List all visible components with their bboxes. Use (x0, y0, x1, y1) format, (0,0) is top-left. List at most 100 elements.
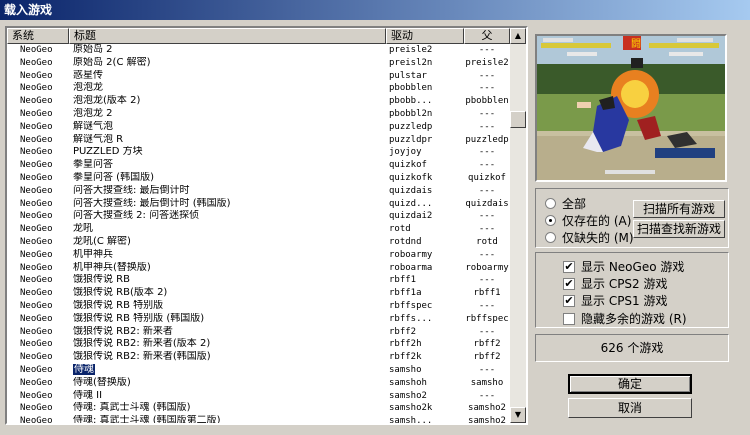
scroll-down-button[interactable]: ▼ (510, 407, 526, 423)
cell-parent: --- (478, 83, 496, 94)
cell-title: 饿狼传说 RB 特别版 (韩国版) (73, 312, 205, 324)
cell-system: NeoGeo (20, 172, 53, 183)
table-row[interactable]: NeoGeo 侍魂 II samsho2 --- (7, 390, 510, 403)
radio-all[interactable]: 全部 (545, 195, 586, 212)
table-row[interactable]: NeoGeo 饿狼传说 RB(版本 2) rbff1a rbff1 (7, 287, 510, 300)
cell-system: NeoGeo (20, 364, 53, 375)
scroll-thumb[interactable] (510, 111, 526, 128)
cell-title: 饿狼传说 RB2: 新来者 (73, 325, 173, 337)
cell-title: 机甲神兵 (73, 248, 113, 260)
cell-parent: puzzledp (465, 134, 509, 145)
table-row[interactable]: NeoGeo 泡泡龙 2 pbobbl2n --- (7, 108, 510, 121)
arrow-up-icon: ▲ (514, 31, 522, 40)
table-row[interactable]: NeoGeo 侍魂(替换版) samshoh samsho (7, 377, 510, 390)
cell-parent: pbobblen (465, 96, 509, 107)
radio-circle[interactable] (545, 232, 556, 243)
check-label-cps1: 显示 CPS1 游戏 (581, 294, 668, 308)
cell-title: 侍魂: 真武士斗魂 (韩国版第二版) (73, 415, 221, 425)
table-row[interactable]: NeoGeo 饿狼传说 RB2: 新来者(版本 2) rbff2h rbff2 (7, 338, 510, 351)
check-show-neogeo[interactable]: ✔ 显示 NeoGeo 游戏 (563, 258, 684, 275)
checkbox[interactable]: ✔ (563, 294, 575, 307)
radio-circle[interactable] (545, 198, 556, 209)
cancel-button[interactable]: 取消 (568, 398, 692, 418)
cell-title: 原始岛 2 (73, 44, 113, 55)
cell-title: 侍魂(替换版) (73, 376, 131, 388)
game-list[interactable]: 系统 标题 驱动 父 NeoGeo 原始岛 2 preisle2 --- NeoGeo 原… (5, 26, 528, 425)
table-row[interactable]: NeoGeo 饿狼传说 RB 特别版 (韩国版) rbffs... rbffspec (7, 313, 510, 326)
scroll-up-button[interactable]: ▲ (510, 28, 526, 44)
scan-new-button[interactable]: 扫描查找新游戏 (633, 220, 725, 238)
cell-system: NeoGeo (20, 147, 53, 158)
ok-button[interactable]: 确定 (568, 374, 692, 394)
table-row[interactable]: NeoGeo 侍魂: 真武士斗魂 (韩国版第二版) samsh... samsho2 (7, 415, 510, 425)
cell-system: NeoGeo (20, 134, 53, 145)
checkbox[interactable]: ✔ (563, 260, 575, 273)
cell-parent: rotd (476, 236, 498, 247)
cell-title: 机甲神兵(替换版) (73, 261, 151, 273)
table-row[interactable]: NeoGeo 龙吼 rotd --- (7, 223, 510, 236)
table-row[interactable]: NeoGeo 解谜气泡 R puzzldpr puzzledp (7, 134, 510, 147)
cell-parent: samsho2 (468, 416, 506, 425)
radio-label-existing: 仅存在的 (A) (562, 214, 632, 228)
cell-driver: samshoh (389, 377, 427, 388)
cell-system: NeoGeo (20, 390, 53, 401)
arrow-down-icon: ▼ (514, 410, 522, 419)
table-row[interactable]: NeoGeo 饿狼传说 RB2: 新来者(韩国版) rbff2k rbff2 (7, 351, 510, 364)
checkbox[interactable]: ✔ (563, 277, 575, 290)
table-row[interactable]: NeoGeo 泡泡龙(版本 2) pbobb... pbobblen (7, 95, 510, 108)
cell-title: 问答大搜查线: 最后倒计时 (韩国版) (73, 197, 231, 209)
cell-system: NeoGeo (20, 262, 53, 273)
check-label-hide-extra: 隐藏多余的游戏 (R) (581, 312, 687, 326)
cell-system: NeoGeo (20, 108, 53, 119)
table-row[interactable]: NeoGeo 问答大搜查线 2: 问答迷探侦 quizdai2 --- (7, 210, 510, 223)
cell-parent: --- (478, 224, 496, 235)
cell-parent: rbff1 (473, 288, 501, 299)
table-row[interactable]: NeoGeo 饿狼传说 RB rbff1 --- (7, 274, 510, 287)
radio-existing-only[interactable]: 仅存在的 (A) (545, 212, 631, 229)
selected-highlight: 侍魂 (73, 363, 95, 375)
cell-driver: pbobblen (389, 83, 433, 94)
radio-missing-only[interactable]: 仅缺失的 (M) (545, 229, 634, 246)
column-header-driver[interactable]: 驱动 (386, 28, 464, 44)
list-scrollbar[interactable]: ▲ ▼ (510, 28, 526, 423)
check-show-cps1[interactable]: ✔ 显示 CPS1 游戏 (563, 292, 668, 309)
cell-title: 泡泡龙 (73, 82, 103, 94)
table-row[interactable]: NeoGeo 拳皇问答 (韩国版) quizkofk quizkof (7, 172, 510, 185)
check-show-cps2[interactable]: ✔ 显示 CPS2 游戏 (563, 275, 668, 292)
table-row[interactable]: NeoGeo 饿狼传说 RB2: 新来者 rbff2 --- (7, 326, 510, 339)
cell-parent: --- (478, 45, 496, 55)
table-row[interactable]: NeoGeo PUZZLED 方块 joyjoy --- (7, 146, 510, 159)
checkbox[interactable] (563, 312, 575, 325)
table-row[interactable]: NeoGeo 饿狼传说 RB 特别版 rbffspec --- (7, 300, 510, 313)
column-header-system[interactable]: 系统 (7, 28, 69, 44)
cell-parent: rbffspec (465, 313, 509, 324)
table-row[interactable]: NeoGeo 机甲神兵 roboarmy --- (7, 249, 510, 262)
game-count: 626 个游戏 (535, 334, 729, 362)
radio-circle[interactable] (545, 215, 556, 226)
table-row[interactable]: NeoGeo 原始岛 2 preisle2 --- (7, 44, 510, 57)
cell-parent: roboarmy (465, 262, 509, 273)
table-row[interactable]: NeoGeo 惑星传 pulstar --- (7, 70, 510, 83)
table-row[interactable]: NeoGeo 侍魂: 真武士斗魂 (韩国版) samsho2k samsho2 (7, 402, 510, 415)
cell-title: 饿狼传说 RB 特别版 (73, 299, 164, 311)
table-row[interactable]: NeoGeo 问答大搜查线: 最后倒计时 (韩国版) quizd... quizdai… (7, 198, 510, 211)
table-row[interactable]: NeoGeo 解谜气泡 puzzledp --- (7, 121, 510, 134)
column-header-parent[interactable]: 父 (464, 28, 510, 44)
check-hide-extra[interactable]: 隐藏多余的游戏 (R) (563, 310, 687, 327)
cell-parent: --- (478, 364, 496, 375)
table-row[interactable]: NeoGeo 原始岛 2(C 解密) preisl2n preisle2 (7, 57, 510, 70)
column-header-title[interactable]: 标题 (69, 28, 386, 44)
table-row[interactable]: NeoGeo 泡泡龙 pbobblen --- (7, 82, 510, 95)
scan-all-button[interactable]: 扫描所有游戏 (633, 200, 725, 218)
table-row[interactable]: NeoGeo 侍魂 samsho --- (7, 363, 510, 377)
table-row[interactable]: NeoGeo 龙吼(C 解密) rotdnd rotd (7, 236, 510, 249)
cell-driver: roboarmy (389, 249, 433, 260)
cell-driver: pbobb... (389, 96, 433, 107)
table-row[interactable]: NeoGeo 拳皇问答 quizkof --- (7, 159, 510, 172)
cell-title: 解谜气泡 (73, 120, 113, 132)
cell-system: NeoGeo (20, 288, 53, 299)
cell-system: NeoGeo (20, 45, 53, 55)
cell-driver: puzzldpr (389, 134, 433, 145)
table-row[interactable]: NeoGeo 机甲神兵(替换版) roboarma roboarmy (7, 262, 510, 275)
table-row[interactable]: NeoGeo 问答大搜查线: 最后倒计时 quizdais --- (7, 185, 510, 198)
